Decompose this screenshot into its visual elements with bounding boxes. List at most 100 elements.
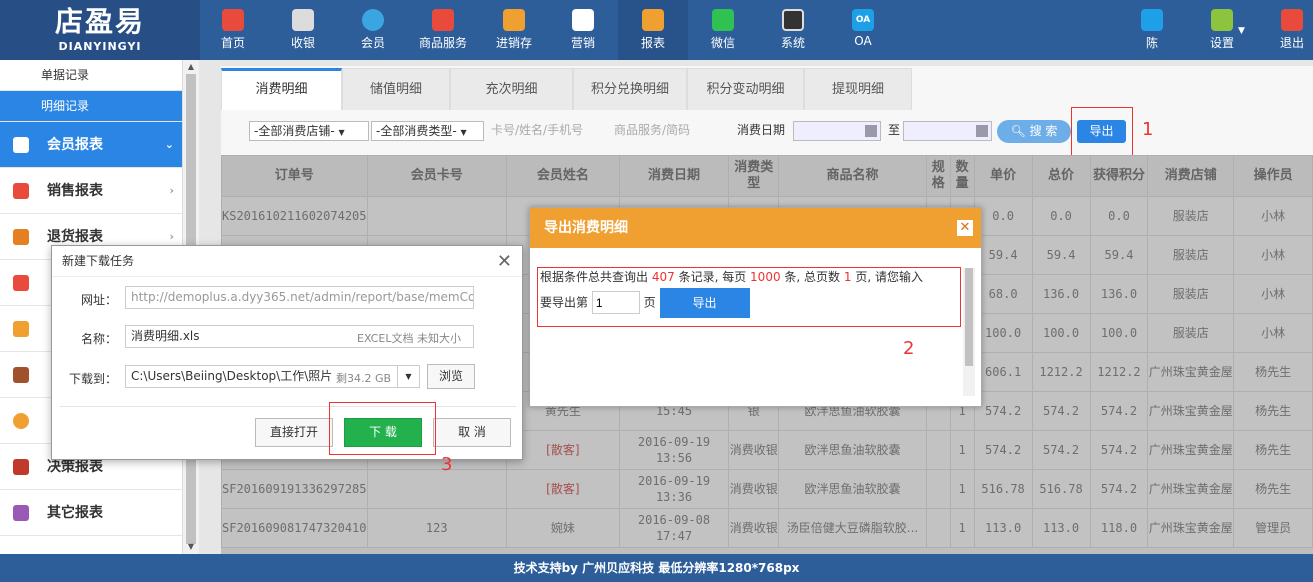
nav-member[interactable]: 会员 — [352, 0, 394, 60]
nav-label: 首页 — [220, 36, 245, 50]
tag-icon — [13, 321, 29, 337]
scrollbar-thumb[interactable] — [965, 268, 973, 366]
search-button-label: 搜 索 — [1029, 124, 1058, 138]
browse-button[interactable]: 浏览 — [427, 364, 475, 389]
nav-label: 进销存 — [495, 36, 532, 50]
sidebar-group-label: 退货报表 — [47, 229, 103, 245]
calendar-icon[interactable] — [865, 125, 877, 137]
report-icon — [642, 9, 664, 31]
nav-wechat[interactable]: 微信 — [702, 0, 744, 60]
nav-label: OA — [854, 34, 872, 48]
folder-icon — [13, 505, 29, 521]
return-report-icon — [13, 229, 29, 245]
type-select[interactable]: -全部消费类型- ▼ — [371, 121, 484, 141]
export-dialog-scrollbar[interactable] — [963, 268, 975, 396]
tab-recharge-detail[interactable]: 充次明细 — [450, 68, 573, 110]
chart-icon — [13, 275, 29, 291]
download-dialog: 新建下载任务 ✕ 网址： http://demoplus.a.dyy365.ne… — [51, 245, 523, 460]
download-dialog-title: 新建下载任务 — [52, 246, 522, 277]
tab-consume-detail[interactable]: 消费明细 — [221, 68, 342, 110]
sidebar-item-detail-records[interactable]: 明细记录 — [0, 91, 182, 122]
file-type-hint: EXCEL文档 未知大小 — [357, 332, 461, 345]
date-start-input[interactable] — [793, 121, 881, 141]
nav-label: 微信 — [710, 36, 735, 50]
url-field[interactable]: http://demoplus.a.dyy365.net/admin/repor… — [125, 286, 474, 309]
gear-icon — [1211, 9, 1233, 31]
tab-points-exchange[interactable]: 积分兑换明细 — [573, 68, 687, 110]
sidebar-group-label: 会员报表 — [47, 137, 103, 153]
footer: 技术支持by 广州贝应科技 最低分辨率1280*768px — [0, 554, 1313, 582]
sidebar-group-sales-report[interactable]: 销售报表 › — [0, 168, 182, 214]
free-space-hint: 剩34.2 GB — [336, 372, 392, 385]
nav-marketing[interactable]: 营销 — [562, 0, 604, 60]
card-search-input[interactable]: 卡号/姓名/手机号 — [487, 121, 605, 141]
sidebar-group-label: 决策报表 — [47, 459, 103, 475]
logo-subtext: DIANYINGYI — [58, 40, 142, 53]
chevron-down-icon[interactable]: ▼ — [397, 365, 420, 388]
scroll-up-icon[interactable]: ▲ — [183, 60, 199, 74]
name-label: 名称： — [80, 332, 117, 346]
nav-label: 会员 — [360, 36, 385, 50]
nav-reports[interactable]: 报表 — [618, 0, 688, 60]
wallet-icon — [13, 367, 29, 383]
nav-label: 报表 — [640, 36, 665, 50]
member-icon — [362, 9, 384, 31]
open-directly-button[interactable]: 直接打开 — [255, 418, 333, 447]
app-logo[interactable]: 店盈易 DIANYINGYI — [0, 0, 200, 60]
url-label: 网址： — [80, 293, 117, 307]
calendar-icon[interactable] — [976, 125, 988, 137]
highlight-box-2 — [537, 267, 961, 327]
chevron-down-icon: ⌄ — [164, 138, 174, 151]
inventory-icon — [503, 9, 525, 31]
sidebar-item-document-records[interactable]: 单据记录 — [0, 60, 182, 91]
nav-goods[interactable]: 商品服务 — [414, 0, 472, 60]
nav-inventory[interactable]: 进销存 — [490, 0, 538, 60]
export-dialog-title: 导出消费明细 — [530, 208, 981, 248]
nav-home[interactable]: 首页 — [212, 0, 254, 60]
user-menu[interactable]: 陈 — [1136, 0, 1168, 60]
tab-stored-value-detail[interactable]: 储值明细 — [342, 68, 450, 110]
store-select-value: -全部消费店铺- — [254, 124, 335, 138]
goods-icon — [432, 9, 454, 31]
megaphone-icon — [572, 9, 594, 31]
nav-cashier[interactable]: 收银 — [282, 0, 324, 60]
search-icon: 🔍︎ — [1010, 124, 1026, 138]
nav-label: 收银 — [290, 36, 315, 50]
highlight-box-1 — [1071, 107, 1133, 157]
tab-points-change[interactable]: 积分变动明细 — [687, 68, 804, 110]
sidebar-group-other-report[interactable]: 其它报表 — [0, 490, 182, 536]
nav-label: 系统 — [780, 36, 805, 50]
sidebar-group-label: 销售报表 — [47, 183, 103, 199]
top-navbar: 店盈易 DIANYINGYI 首页 收银 会员 商品服务 进销存 营销 报表 微… — [0, 0, 1313, 60]
sidebar-group-member-report[interactable]: 会员报表 ⌄ — [0, 122, 182, 168]
close-icon[interactable]: ✕ — [497, 251, 512, 272]
cash-register-icon — [292, 9, 314, 31]
date-end-input[interactable] — [903, 121, 992, 141]
cancel-button[interactable]: 取 消 — [433, 418, 511, 447]
save-path-label: 下载到： — [68, 372, 117, 386]
callout-3: 3 — [441, 454, 453, 475]
settings-dropdown-icon[interactable]: ▼ — [1238, 26, 1245, 36]
date-to-label: 至 — [888, 123, 901, 137]
wechat-icon — [712, 9, 734, 31]
chevron-down-icon: ▼ — [460, 128, 467, 137]
nav-system[interactable]: 系统 — [772, 0, 814, 60]
close-icon[interactable]: ✕ — [957, 220, 973, 236]
search-button[interactable]: 🔍︎ 搜 索 — [997, 120, 1071, 143]
store-select[interactable]: -全部消费店铺- ▼ — [249, 121, 369, 141]
date-label: 消费日期 — [737, 123, 786, 137]
tab-withdraw-detail[interactable]: 提现明细 — [804, 68, 912, 110]
oa-icon: OA — [852, 9, 874, 31]
nav-label: 商品服务 — [418, 36, 467, 50]
type-select-value: -全部消费类型- — [376, 124, 457, 138]
goods-search-input[interactable]: 商品服务/简码 — [610, 121, 725, 141]
settings-label: 设置 — [1209, 36, 1234, 50]
nav-label: 营销 — [570, 36, 595, 50]
nav-oa[interactable]: OA OA — [842, 0, 884, 60]
callout-2: 2 — [903, 338, 915, 359]
logout-label: 退出 — [1279, 36, 1304, 50]
callout-1: 1 — [1142, 119, 1154, 140]
logout-button[interactable]: 退出 — [1276, 0, 1308, 60]
user-icon — [1141, 9, 1163, 31]
scroll-down-icon[interactable]: ▼ — [183, 540, 199, 554]
